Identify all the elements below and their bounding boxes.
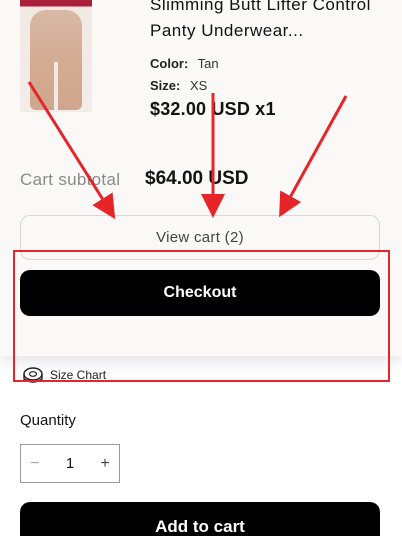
size-chart-label: Size Chart <box>50 368 107 382</box>
size-value: XS <box>189 78 208 93</box>
product-title[interactable]: Slimming Butt Lifter Control Panty Under… <box>150 0 395 44</box>
size-label: Size: <box>150 78 181 93</box>
quantity-decrease-button[interactable]: − <box>21 445 49 482</box>
price-quantity: $32.00 USD x1 <box>150 99 276 119</box>
size-chart-link[interactable]: Size Chart <box>22 366 106 384</box>
measuring-tape-icon <box>22 366 44 384</box>
product-page: Slimming Butt Lifter Control Panty Under… <box>0 0 402 536</box>
quantity-input[interactable]: 1 <box>49 455 91 472</box>
subtotal-value: $64.00 USD <box>145 168 249 189</box>
color-label: Color: <box>150 56 189 71</box>
product-thumbnail[interactable] <box>20 0 92 112</box>
checkout-button[interactable]: Checkout <box>20 270 380 316</box>
view-cart-button[interactable]: View cart (2) <box>20 215 380 260</box>
color-option: Color: Tan <box>150 56 219 71</box>
size-option: Size: XS <box>150 78 207 93</box>
quantity-label: Quantity <box>20 412 76 429</box>
quantity-increase-button[interactable]: + <box>91 445 119 482</box>
cart-drawer: Slimming Butt Lifter Control Panty Under… <box>0 0 402 356</box>
subtotal-label: Cart subtotal <box>20 170 121 189</box>
color-value: Tan <box>197 56 219 71</box>
quantity-stepper: − 1 + <box>20 444 120 483</box>
add-to-cart-button[interactable]: Add to cart <box>20 502 380 536</box>
